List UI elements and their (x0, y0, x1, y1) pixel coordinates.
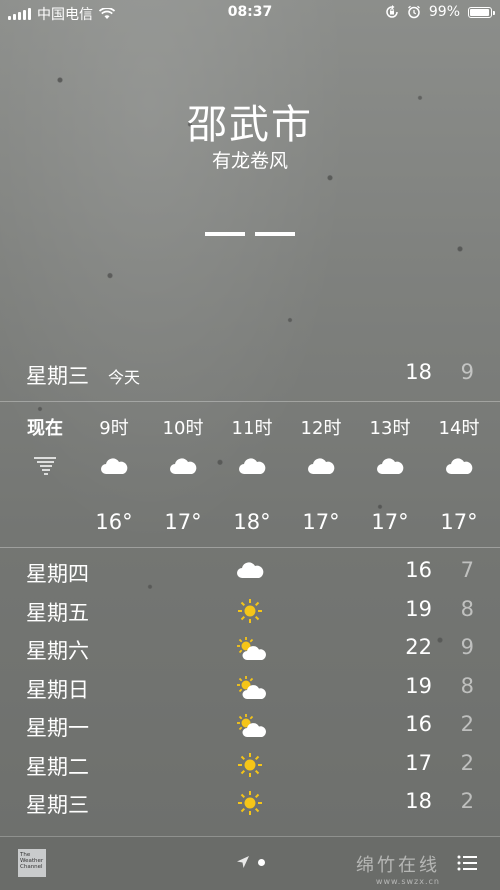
status-bar: 中国电信 08:37 99% (0, 0, 500, 26)
divider (0, 547, 500, 548)
cloud-icon (375, 454, 405, 478)
hour-temperature: 18° (233, 510, 271, 534)
list-icon[interactable] (456, 853, 478, 873)
hour-label: 9时 (99, 418, 129, 439)
daily-row: 星期六 22 9 (26, 633, 474, 667)
hour-temperature: 16° (95, 510, 133, 534)
cloud-icon (235, 558, 265, 586)
cloud-icon (168, 454, 198, 478)
today-day-label: 星期三 (26, 364, 89, 388)
orientation-lock-icon (386, 5, 398, 18)
day-low: 8 (460, 596, 474, 621)
battery-percent: 99% (428, 4, 460, 20)
day-low: 2 (460, 750, 474, 775)
watermark-url: www.swzx.cn (375, 877, 440, 886)
day-name: 星期三 (26, 793, 89, 817)
day-name: 星期日 (26, 677, 89, 702)
daily-row: 星期二 17 2 (26, 749, 474, 783)
day-name: 星期四 (26, 562, 89, 586)
sun-icon (235, 597, 265, 625)
battery-icon (468, 6, 495, 18)
sun-icon (235, 751, 265, 779)
sun-icon (235, 789, 265, 817)
day-low: 7 (460, 558, 474, 582)
watermark: 绵竹在线 www.swzx.cn (356, 851, 440, 886)
hour-temperature: 17° (371, 510, 409, 534)
partly-cloudy-icon (235, 635, 266, 663)
hour-temperature: 17° (440, 510, 478, 534)
hour-label: 11时 (231, 418, 273, 439)
day-low: 9 (460, 635, 474, 659)
partly-cloudy-icon (235, 712, 266, 740)
weather-condition: 有龙卷风 (211, 150, 288, 172)
alarm-icon (407, 5, 420, 19)
hour-temperature: 17° (164, 510, 202, 534)
city-name: 邵武市 (187, 102, 313, 148)
today-high: 18 (405, 360, 432, 384)
hour-label: 14时 (438, 418, 480, 439)
daily-row: 星期四 16 7 (26, 556, 474, 590)
day-name: 星期二 (26, 754, 89, 779)
hour-label: 10时 (162, 418, 204, 439)
day-low: 2 (460, 789, 474, 813)
daily-row: 星期日 19 8 (26, 672, 474, 706)
daily-row: 星期五 19 8 (26, 595, 474, 629)
current-temperature-placeholder (0, 232, 500, 236)
tornado-icon (30, 454, 60, 478)
today-low: 9 (460, 360, 474, 384)
day-high: 17 (405, 750, 432, 775)
today-summary: 星期三 今天 18 9 (26, 358, 474, 392)
day-high: 16 (405, 712, 432, 736)
day-high: 22 (405, 635, 432, 659)
daily-row: 星期三 18 2 (26, 787, 474, 821)
partly-cloudy-icon (235, 674, 266, 702)
cloud-icon (444, 454, 474, 478)
daily-row: 星期一 16 2 (26, 710, 474, 744)
day-name: 星期五 (26, 600, 89, 625)
day-high: 18 (405, 789, 432, 813)
day-high: 19 (405, 596, 432, 621)
hourly-forecast[interactable]: 现在 9时 16° 10时 17° 11时 18° 12时 17° 13时 17° 14时 17° (0, 402, 500, 548)
day-low: 2 (460, 712, 474, 736)
day-high: 19 (405, 673, 432, 698)
hour-label: 13时 (369, 418, 411, 439)
watermark-text: 绵竹在线 (356, 855, 440, 876)
day-name: 星期六 (26, 639, 89, 663)
bottom-bar: The Weather Channel 绵竹在线 www.swzx.cn (0, 836, 500, 890)
cloud-icon (99, 454, 129, 478)
hour-label: 12时 (300, 418, 342, 439)
today-tag: 今天 (108, 368, 141, 387)
location-arrow-icon[interactable] (236, 855, 250, 869)
page-indicator-dot[interactable] (258, 859, 265, 866)
day-name: 星期一 (26, 716, 89, 740)
day-high: 16 (405, 558, 432, 582)
weather-channel-logo[interactable]: The Weather Channel (18, 849, 46, 877)
hour-temperature: 17° (302, 510, 340, 534)
cloud-icon (306, 454, 336, 478)
cloud-icon (237, 454, 267, 478)
hour-label: 现在 (27, 418, 63, 439)
status-right: 99% (385, 4, 495, 20)
day-low: 8 (460, 673, 474, 698)
